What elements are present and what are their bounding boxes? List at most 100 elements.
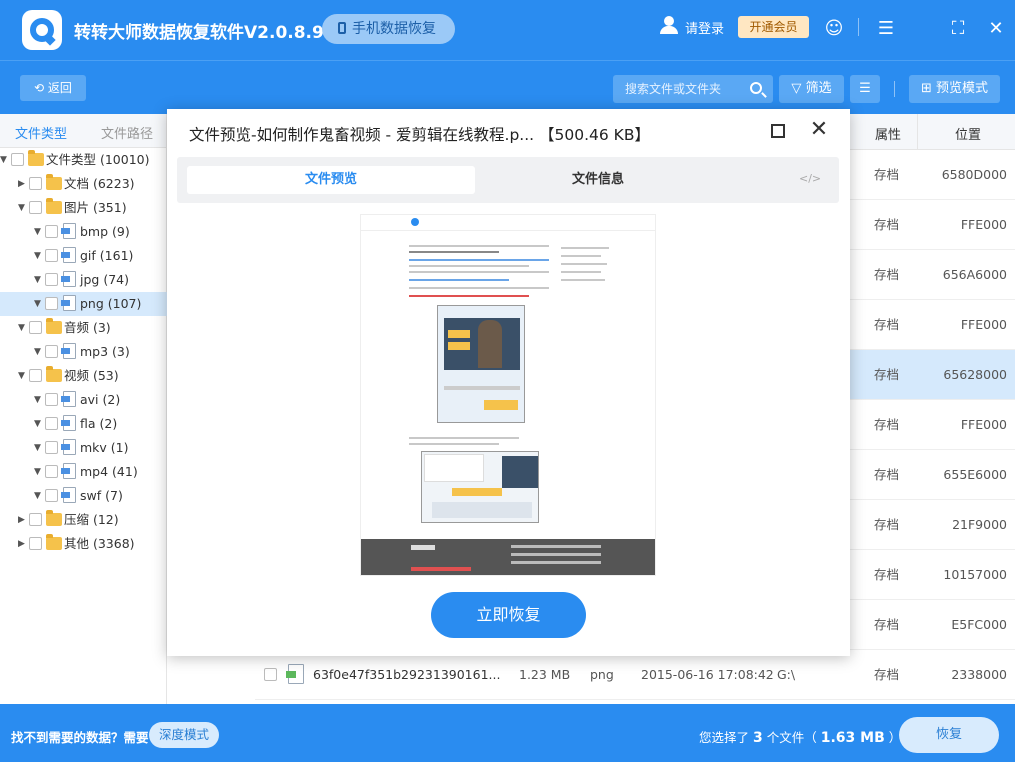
tree-item[interactable]: ▼ mp4 (41) bbox=[0, 460, 167, 484]
tree-item-label: 压缩 (12) bbox=[64, 512, 119, 527]
file-attr: 存档 bbox=[874, 567, 900, 582]
restore-now-button[interactable]: 立即恢复 bbox=[431, 592, 586, 638]
back-button[interactable]: ⟲ 返回 bbox=[20, 75, 86, 101]
tree-item[interactable]: ▼ avi (2) bbox=[0, 388, 167, 412]
expand-arrow-icon[interactable]: ▼ bbox=[0, 148, 10, 172]
tree-item[interactable]: ▼ mp3 (3) bbox=[0, 340, 167, 364]
tab-file-path[interactable]: 文件路径 bbox=[101, 123, 153, 142]
tree-item[interactable]: ▼ jpg (74) bbox=[0, 268, 167, 292]
tree-checkbox[interactable] bbox=[45, 249, 58, 262]
fullscreen-icon[interactable]: ⛶ bbox=[943, 14, 973, 44]
tree-item-label: jpg (74) bbox=[80, 272, 129, 287]
expand-arrow-icon[interactable]: ▼ bbox=[34, 460, 44, 484]
expand-arrow-icon[interactable]: ▼ bbox=[34, 220, 44, 244]
phone-recovery-button[interactable]: 手机数据恢复 bbox=[322, 14, 455, 44]
tree-item[interactable]: ▼ 图片 (351) bbox=[0, 196, 167, 220]
tree-item[interactable]: ▼ mkv (1) bbox=[0, 436, 167, 460]
tree-checkbox[interactable] bbox=[45, 273, 58, 286]
file-icon bbox=[61, 271, 76, 287]
search-results-icon[interactable]: ☰ bbox=[850, 75, 880, 103]
vip-button[interactable]: 开通会员 bbox=[738, 16, 809, 38]
tab-file-preview[interactable]: 文件预览 bbox=[187, 166, 475, 194]
file-attr: 存档 bbox=[874, 167, 900, 182]
phone-recovery-label: 手机数据恢复 bbox=[352, 21, 436, 37]
collapse-arrow-icon[interactable]: ▶ bbox=[18, 508, 28, 532]
expand-arrow-icon[interactable]: ▼ bbox=[34, 388, 44, 412]
tree-item[interactable]: ▼ 音频 (3) bbox=[0, 316, 167, 340]
tree-checkbox[interactable] bbox=[29, 321, 42, 334]
selection-count: 3 bbox=[753, 730, 763, 746]
tree-item-label: fla (2) bbox=[80, 416, 118, 431]
tree-checkbox[interactable] bbox=[29, 537, 42, 550]
login-link[interactable]: 请登录 bbox=[685, 18, 724, 37]
header-position[interactable]: 位置 bbox=[955, 124, 981, 143]
table-row[interactable]: 63f0e47f351b29231390161... 1.23 MB png 2… bbox=[255, 650, 1015, 700]
search-icon[interactable] bbox=[750, 82, 762, 94]
tree-item-label: 文档 (6223) bbox=[64, 176, 135, 191]
tree-checkbox[interactable] bbox=[29, 177, 42, 190]
file-icon bbox=[61, 415, 76, 431]
tree-checkbox[interactable] bbox=[45, 465, 58, 478]
header-attr[interactable]: 属性 bbox=[875, 124, 901, 143]
titlebar-divider bbox=[858, 18, 859, 36]
expand-arrow-icon[interactable]: ▼ bbox=[34, 436, 44, 460]
tree-checkbox[interactable] bbox=[29, 513, 42, 526]
user-icon[interactable] bbox=[660, 16, 678, 34]
tree-item-label: 文件类型 (10010) bbox=[46, 152, 150, 167]
recover-button[interactable]: 恢复 bbox=[899, 717, 999, 753]
dialog-close-icon[interactable]: ✕ bbox=[808, 117, 830, 143]
toolbar: ⟲ 返回 ▽ 筛选 ☰ ⊞ 预览模式 bbox=[0, 60, 1015, 114]
title-bar: 转转大师数据恢复软件V2.0.8.9 手机数据恢复 请登录 开通会员 ☺ ☰ ⛶… bbox=[0, 0, 1015, 60]
tab-file-info[interactable]: 文件信息 bbox=[572, 166, 624, 194]
tree-checkbox[interactable] bbox=[45, 345, 58, 358]
file-attr: 存档 bbox=[874, 217, 900, 232]
code-view-icon[interactable]: </> bbox=[799, 172, 821, 185]
tree-checkbox[interactable] bbox=[29, 369, 42, 382]
tree-item[interactable]: ▼ png (107) bbox=[0, 292, 167, 316]
dialog-tabs: 文件预览 文件信息 </> bbox=[177, 157, 839, 203]
tree-item[interactable]: ▶ 压缩 (12) bbox=[0, 508, 167, 532]
folder-icon bbox=[46, 174, 62, 190]
footer-bar: 找不到需要的数据？需要 深度模式 您选择了 3 个文件（ 1.63 MB ） 恢… bbox=[0, 704, 1015, 762]
support-icon[interactable]: ☺ bbox=[819, 14, 849, 44]
tree-checkbox[interactable] bbox=[45, 441, 58, 454]
tree-item[interactable]: ▼ 视频 (53) bbox=[0, 364, 167, 388]
tree-item[interactable]: ▼ bmp (9) bbox=[0, 220, 167, 244]
tree-checkbox[interactable] bbox=[29, 201, 42, 214]
tree-checkbox[interactable] bbox=[45, 225, 58, 238]
search-input[interactable] bbox=[613, 75, 745, 103]
tree-checkbox[interactable] bbox=[45, 297, 58, 310]
menu-icon[interactable]: ☰ bbox=[871, 14, 901, 44]
collapse-arrow-icon[interactable]: ▶ bbox=[18, 532, 28, 556]
tree-checkbox[interactable] bbox=[11, 153, 24, 166]
expand-arrow-icon[interactable]: ▼ bbox=[18, 364, 28, 388]
row-checkbox[interactable] bbox=[264, 668, 277, 681]
tree-item[interactable]: ▶ 文档 (6223) bbox=[0, 172, 167, 196]
expand-arrow-icon[interactable]: ▼ bbox=[34, 268, 44, 292]
tree-checkbox[interactable] bbox=[45, 417, 58, 430]
tab-file-type[interactable]: 文件类型 bbox=[15, 123, 67, 142]
tree-item[interactable]: ▶ 其他 (3368) bbox=[0, 532, 167, 556]
close-icon[interactable]: ✕ bbox=[981, 14, 1011, 44]
expand-arrow-icon[interactable]: ▼ bbox=[34, 340, 44, 364]
file-attr: 存档 bbox=[874, 417, 900, 432]
tree-item-label: bmp (9) bbox=[80, 224, 130, 239]
tree-item[interactable]: ▼ fla (2) bbox=[0, 412, 167, 436]
maximize-icon[interactable] bbox=[771, 124, 785, 138]
tree-checkbox[interactable] bbox=[45, 489, 58, 502]
expand-arrow-icon[interactable]: ▼ bbox=[18, 196, 28, 220]
deep-mode-button[interactable]: 深度模式 bbox=[149, 722, 219, 748]
expand-arrow-icon[interactable]: ▼ bbox=[34, 484, 44, 508]
tree-item[interactable]: ▼ 文件类型 (10010) bbox=[0, 148, 167, 172]
file-icon bbox=[61, 391, 76, 407]
preview-mode-button[interactable]: ⊞ 预览模式 bbox=[909, 75, 1000, 103]
collapse-arrow-icon[interactable]: ▶ bbox=[18, 172, 28, 196]
tree-item[interactable]: ▼ gif (161) bbox=[0, 244, 167, 268]
tree-item[interactable]: ▼ swf (7) bbox=[0, 484, 167, 508]
expand-arrow-icon[interactable]: ▼ bbox=[34, 412, 44, 436]
expand-arrow-icon[interactable]: ▼ bbox=[34, 244, 44, 268]
tree-checkbox[interactable] bbox=[45, 393, 58, 406]
expand-arrow-icon[interactable]: ▼ bbox=[34, 292, 44, 316]
filter-button[interactable]: ▽ 筛选 bbox=[779, 75, 844, 103]
expand-arrow-icon[interactable]: ▼ bbox=[18, 316, 28, 340]
